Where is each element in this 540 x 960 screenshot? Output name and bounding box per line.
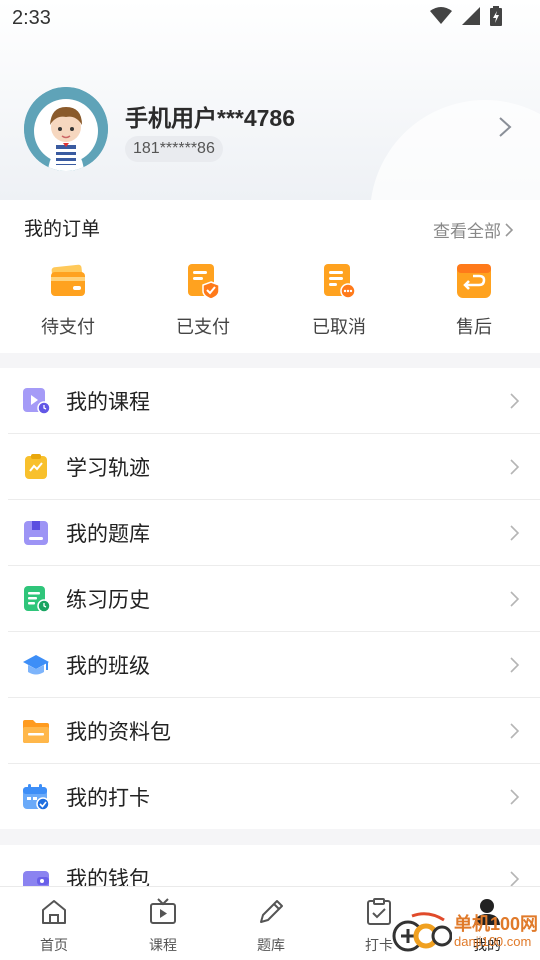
- calendar-check-icon: [23, 784, 50, 811]
- watermark: 单机100网 danji100.com: [392, 912, 538, 952]
- chevron-right-icon: [510, 591, 520, 607]
- tab-label: 首页: [40, 937, 68, 953]
- chevron-right-icon: [510, 525, 520, 541]
- after-sales-return-icon: [457, 264, 491, 298]
- order-pending-payment[interactable]: 待支付: [18, 262, 118, 339]
- wallet-icon: [51, 264, 85, 296]
- menu-item-checkin[interactable]: 我的打卡: [0, 764, 540, 830]
- chevron-right-icon: [510, 871, 520, 887]
- watermark-logo-icon: [392, 912, 452, 952]
- chevron-right-icon: [510, 393, 520, 409]
- cancelled-document-icon: [324, 264, 356, 299]
- clipboard-check-icon: [367, 898, 391, 925]
- chevron-right-icon[interactable]: [498, 116, 512, 138]
- menu-item-materials[interactable]: 我的资料包: [0, 698, 540, 764]
- order-label: 待支付: [41, 317, 95, 337]
- tab-label: 课程: [149, 937, 177, 953]
- chevron-right-icon: [510, 657, 520, 673]
- orders-title: 我的订单: [24, 219, 101, 240]
- home-icon: [42, 900, 66, 924]
- graduation-cap-icon: [23, 655, 49, 675]
- chevron-right-icon: [510, 723, 520, 739]
- tab-label: 题库: [257, 937, 285, 953]
- wifi-icon: [430, 7, 452, 24]
- order-after-sales[interactable]: 售后: [424, 262, 524, 339]
- order-paid[interactable]: 已支付: [153, 262, 253, 339]
- menu-item-label: 学习轨迹: [66, 457, 150, 480]
- avatar-boy-icon: [24, 87, 108, 171]
- avatar[interactable]: [24, 87, 108, 171]
- menu-list: 我的课程 学习轨迹 我的题库 练习历史 我的班级 我的资料包 我的打卡: [0, 368, 540, 829]
- order-cancelled[interactable]: 已取消: [289, 262, 389, 339]
- menu-item-my-courses[interactable]: 我的课程: [0, 368, 540, 434]
- menu-item-my-class[interactable]: 我的班级: [0, 632, 540, 698]
- view-all-label: 查看全部: [433, 222, 501, 241]
- signal-icon: [462, 7, 480, 25]
- tv-play-icon: [150, 898, 176, 924]
- menu-item-label: 我的班级: [66, 655, 150, 678]
- order-label: 售后: [456, 317, 492, 337]
- user-name: 手机用户***4786: [125, 105, 296, 131]
- menu-item-question-bank[interactable]: 我的题库: [0, 500, 540, 566]
- folder-icon: [23, 720, 49, 743]
- profile-header[interactable]: 2:33 手机用户***4786 181******86: [0, 0, 540, 200]
- tab-courses[interactable]: 课程: [128, 897, 198, 955]
- menu-item-practice-history[interactable]: 练习历史: [0, 566, 540, 632]
- battery-icon: [490, 6, 502, 26]
- chevron-right-icon: [510, 789, 520, 805]
- view-all-orders-link[interactable]: 查看全部: [433, 217, 514, 242]
- learning-track-icon: [25, 454, 47, 479]
- question-bank-icon: [24, 521, 48, 545]
- chevron-right-icon: [510, 459, 520, 475]
- menu-item-label: 练习历史: [66, 589, 150, 612]
- user-phone: 181******86: [125, 136, 223, 162]
- menu-item-label: 我的题库: [66, 523, 150, 546]
- header-decoration: [370, 100, 540, 200]
- pencil-icon: [260, 900, 283, 923]
- tab-question-bank[interactable]: 题库: [236, 897, 306, 955]
- tab-home[interactable]: 首页: [19, 897, 89, 955]
- practice-history-icon: [24, 586, 50, 613]
- course-play-icon: [23, 388, 50, 415]
- status-bar: 2:33: [0, 0, 540, 36]
- menu-item-label: 我的课程: [66, 391, 150, 414]
- menu-item-label: 我的打卡: [66, 787, 150, 810]
- chevron-right-icon: [505, 222, 514, 237]
- watermark-name: 单机100网: [454, 913, 539, 934]
- orders-section: 我的订单 查看全部 待支付 已支付 已取消 售后: [0, 200, 540, 353]
- order-label: 已取消: [312, 317, 366, 337]
- status-time: 2:33: [12, 7, 51, 29]
- order-label: 已支付: [176, 317, 230, 337]
- paid-document-icon: [188, 264, 220, 300]
- watermark-url: danji100.com: [454, 933, 532, 949]
- menu-item-label: 我的资料包: [66, 721, 171, 744]
- menu-item-learning-track[interactable]: 学习轨迹: [0, 434, 540, 500]
